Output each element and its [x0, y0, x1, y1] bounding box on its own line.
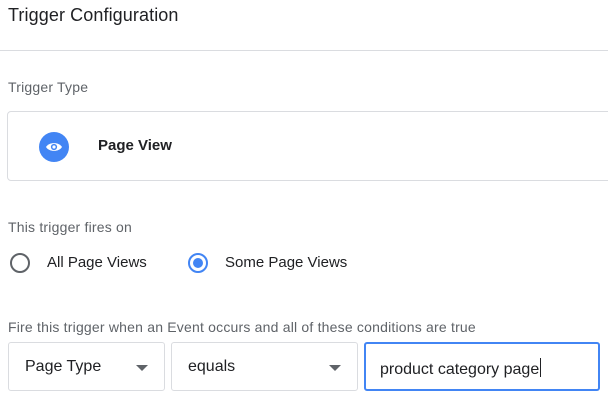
- radio-button-some-page-views[interactable]: [188, 253, 208, 273]
- radio-some-page-views[interactable]: Some Page Views: [188, 251, 368, 279]
- radio-label-some-page-views: Some Page Views: [225, 254, 348, 271]
- trigger-configuration-panel: Trigger Configuration Trigger Type Page …: [0, 0, 608, 407]
- radio-all-page-views[interactable]: All Page Views: [10, 251, 170, 279]
- radio-label-all-page-views: All Page Views: [47, 254, 147, 271]
- trigger-type-name: Page View: [98, 137, 172, 154]
- header-divider: [0, 50, 608, 51]
- operator-dropdown[interactable]: equals: [171, 342, 358, 391]
- radio-button-all-page-views[interactable]: [10, 253, 30, 273]
- trigger-type-card[interactable]: Page View: [7, 111, 608, 181]
- variable-dropdown[interactable]: Page Type: [8, 342, 165, 391]
- condition-value-bound: product category page: [380, 361, 540, 378]
- variable-dropdown-value: Page Type: [25, 358, 102, 375]
- operator-dropdown-value: equals: [188, 358, 236, 375]
- eye-icon: [39, 132, 69, 162]
- condition-value-text: product category page: [380, 358, 542, 379]
- chevron-down-icon: [136, 365, 148, 371]
- text-cursor: [540, 358, 542, 377]
- chevron-down-icon: [329, 365, 341, 371]
- condition-value-input[interactable]: product category page: [364, 342, 600, 391]
- fires-on-label: This trigger fires on: [8, 219, 133, 235]
- panel-title: Trigger Configuration: [8, 5, 179, 25]
- conditions-label: Fire this trigger when an Event occurs a…: [8, 319, 476, 335]
- trigger-type-label: Trigger Type: [8, 79, 89, 95]
